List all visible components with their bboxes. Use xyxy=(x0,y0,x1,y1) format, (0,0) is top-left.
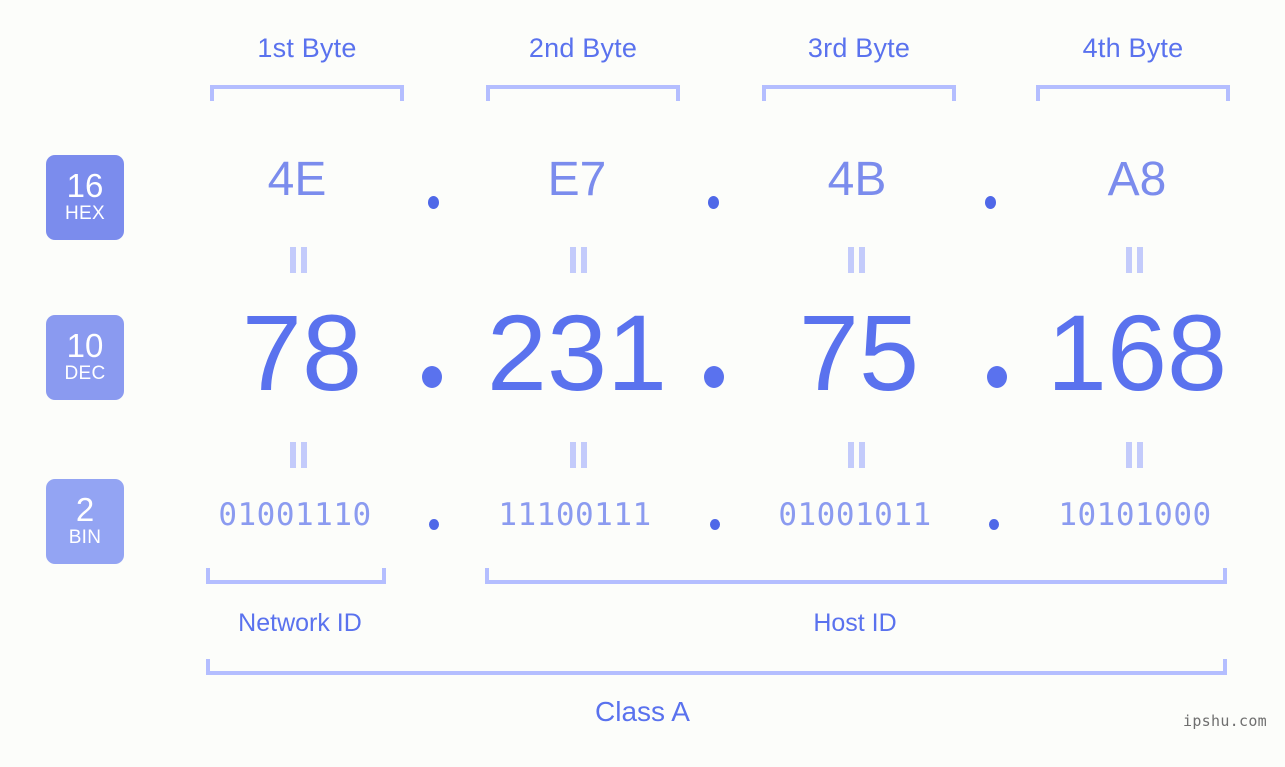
base-badge-dec-abbr: DEC xyxy=(64,363,106,385)
equals-mark-decbin-3 xyxy=(846,442,868,468)
equals-mark-hexdec-4 xyxy=(1124,247,1146,273)
dec-separator-dot-1 xyxy=(422,366,442,388)
base-badge-dec: 10 DEC xyxy=(46,315,124,400)
class-label: Class A xyxy=(595,696,690,727)
equals-mark-decbin-2 xyxy=(568,442,590,468)
bin-octet-2: 11100111 xyxy=(498,497,652,533)
site-watermark: ipshu.com xyxy=(1183,712,1267,730)
dec-octet-2: 231 xyxy=(486,292,668,413)
byte-header-1: 1st Byte xyxy=(257,33,357,63)
hex-octet-1: 4E xyxy=(267,153,327,206)
base-badge-bin: 2 BIN xyxy=(46,479,124,564)
hex-separator-dot-1 xyxy=(428,196,439,209)
bin-octet-3: 01001011 xyxy=(778,497,932,533)
dec-octet-1: 78 xyxy=(241,292,363,413)
base-badge-hex: 16 HEX xyxy=(46,155,124,240)
byte-bracket-2 xyxy=(486,85,680,101)
base-badge-bin-abbr: BIN xyxy=(68,527,102,549)
network-id-label: Network ID xyxy=(238,609,362,637)
equals-mark-hexdec-1 xyxy=(288,247,310,273)
equals-mark-decbin-1 xyxy=(288,442,310,468)
bin-separator-dot-3 xyxy=(989,519,999,530)
bin-octet-1: 01001110 xyxy=(218,497,372,533)
equals-mark-hexdec-2 xyxy=(568,247,590,273)
hex-separator-dot-3 xyxy=(985,196,996,209)
dec-separator-dot-2 xyxy=(704,366,724,388)
hex-octet-2: E7 xyxy=(547,153,607,206)
byte-bracket-1 xyxy=(210,85,404,101)
host-id-bracket xyxy=(485,568,1227,584)
dec-octet-4: 168 xyxy=(1046,292,1228,413)
byte-bracket-4 xyxy=(1036,85,1230,101)
bin-octet-4: 10101000 xyxy=(1058,497,1212,533)
byte-bracket-3 xyxy=(762,85,956,101)
base-badge-hex-abbr: HEX xyxy=(65,203,105,225)
host-id-label: Host ID xyxy=(813,609,897,637)
hex-octet-3: 4B xyxy=(827,153,887,206)
base-badge-hex-number: 16 xyxy=(66,166,104,204)
hex-octet-4: A8 xyxy=(1107,153,1167,206)
bin-separator-dot-1 xyxy=(429,519,439,530)
base-badge-dec-number: 10 xyxy=(66,326,104,364)
byte-header-3: 3rd Byte xyxy=(807,33,911,63)
dec-separator-dot-3 xyxy=(987,366,1007,388)
bin-separator-dot-2 xyxy=(710,519,720,530)
equals-mark-decbin-4 xyxy=(1124,442,1146,468)
class-bracket xyxy=(206,659,1227,675)
hex-separator-dot-2 xyxy=(708,196,719,209)
network-id-bracket xyxy=(206,568,386,584)
dec-octet-3: 75 xyxy=(798,292,920,413)
ip-breakdown-diagram: 1st Byte 2nd Byte 3rd Byte 4th Byte 16 H… xyxy=(0,0,1285,767)
byte-header-4: 4th Byte xyxy=(1082,33,1184,63)
base-badge-bin-number: 2 xyxy=(75,490,95,528)
byte-header-2: 2nd Byte xyxy=(528,33,638,63)
equals-mark-hexdec-3 xyxy=(846,247,868,273)
